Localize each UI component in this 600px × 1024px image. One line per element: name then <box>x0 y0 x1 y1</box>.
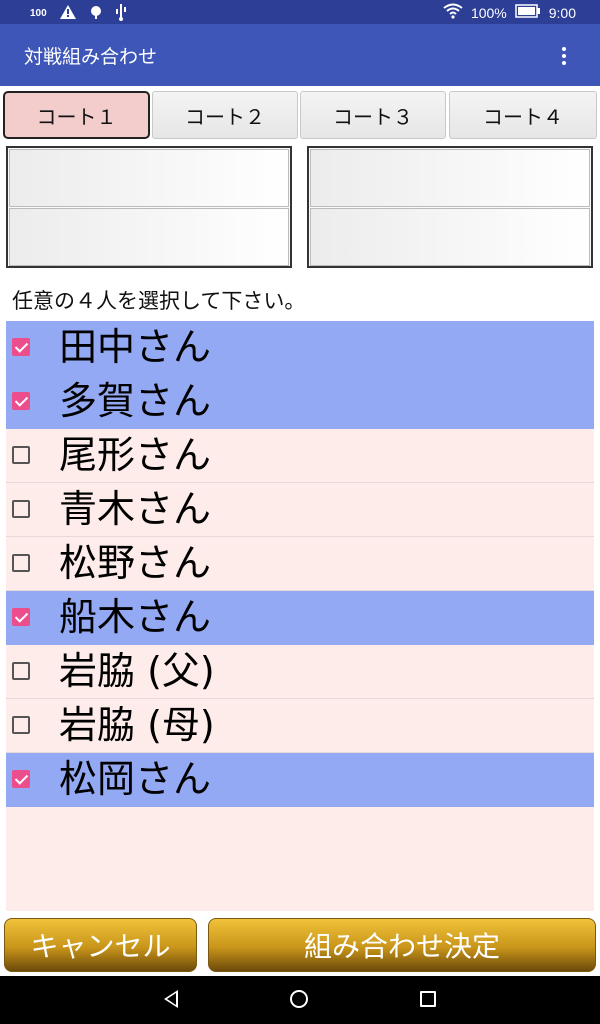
confirm-button[interactable]: 組み合わせ決定 <box>208 918 596 972</box>
player-name: 岩脇 (父) <box>59 649 215 693</box>
player-list: 田中さん 多賀さん 尾形さん 青木さん 松野さん 船木さん 岩脇 (父) 岩脇 <box>6 321 594 911</box>
alert-icon <box>59 4 77 23</box>
team-b-slot-1 <box>310 149 590 207</box>
checkbox[interactable] <box>12 608 30 626</box>
player-name: 松野さん <box>59 541 212 585</box>
tab-court-4[interactable]: コート４ <box>449 91 597 139</box>
checkbox[interactable] <box>12 338 30 356</box>
status-bar: 100 100% 9:00 <box>0 0 600 24</box>
player-name: 松岡さん <box>59 757 212 801</box>
wifi-icon <box>443 3 463 22</box>
main-content: コート１ コート２ コート３ コート４ 任意の４人を選択して下さい。 田中さん … <box>0 86 600 976</box>
checkbox[interactable] <box>12 770 30 788</box>
home-icon[interactable] <box>290 990 308 1008</box>
cancel-button[interactable]: キャンセル <box>4 918 197 972</box>
notification-count: 100 <box>30 8 47 19</box>
list-item[interactable]: 岩脇 (母) <box>6 699 594 753</box>
player-name: 多賀さん <box>59 379 212 423</box>
android-debug-icon <box>89 4 103 23</box>
list-item[interactable]: 松野さん <box>6 537 594 591</box>
checkbox[interactable] <box>12 662 30 680</box>
back-icon[interactable] <box>164 990 178 1008</box>
battery-icon <box>515 4 541 21</box>
team-b-box <box>307 146 593 268</box>
tab-court-2[interactable]: コート２ <box>152 91 298 139</box>
checkbox[interactable] <box>12 392 30 410</box>
player-name: 船木さん <box>59 595 212 639</box>
system-nav-bar <box>0 976 600 1024</box>
checkbox[interactable] <box>12 716 30 734</box>
tab-court-1[interactable]: コート１ <box>3 91 150 139</box>
more-vert-icon[interactable] <box>552 44 576 68</box>
battery-level: 100% <box>470 4 507 21</box>
list-item[interactable]: 田中さん <box>6 321 594 375</box>
list-item[interactable]: 多賀さん <box>6 375 594 429</box>
list-item[interactable]: 青木さん <box>6 483 594 537</box>
team-a-slot-1 <box>9 149 289 207</box>
player-name: 青木さん <box>59 487 212 531</box>
usb-icon <box>115 3 127 24</box>
checkbox[interactable] <box>12 446 30 464</box>
team-a-slot-2 <box>9 208 289 266</box>
recent-apps-icon[interactable] <box>420 991 436 1007</box>
tab-court-3[interactable]: コート３ <box>300 91 446 139</box>
player-name: 尾形さん <box>59 433 212 477</box>
list-item[interactable]: 船木さん <box>6 591 594 645</box>
instruction-text: 任意の４人を選択して下さい。 <box>12 289 306 313</box>
player-name: 岩脇 (母) <box>59 703 215 747</box>
team-b-slot-2 <box>310 208 590 266</box>
app-bar: 対戦組み合わせ <box>0 24 600 86</box>
court-tabs: コート１ コート２ コート３ コート４ <box>3 91 597 143</box>
player-name: 田中さん <box>59 325 212 369</box>
list-item[interactable]: 岩脇 (父) <box>6 645 594 699</box>
checkbox[interactable] <box>12 554 30 572</box>
page-title: 対戦組み合わせ <box>24 46 158 68</box>
clock: 9:00 <box>548 4 576 21</box>
team-a-box <box>6 146 292 268</box>
list-item[interactable]: 松岡さん <box>6 753 594 807</box>
checkbox[interactable] <box>12 500 30 518</box>
list-item[interactable]: 尾形さん <box>6 429 594 483</box>
